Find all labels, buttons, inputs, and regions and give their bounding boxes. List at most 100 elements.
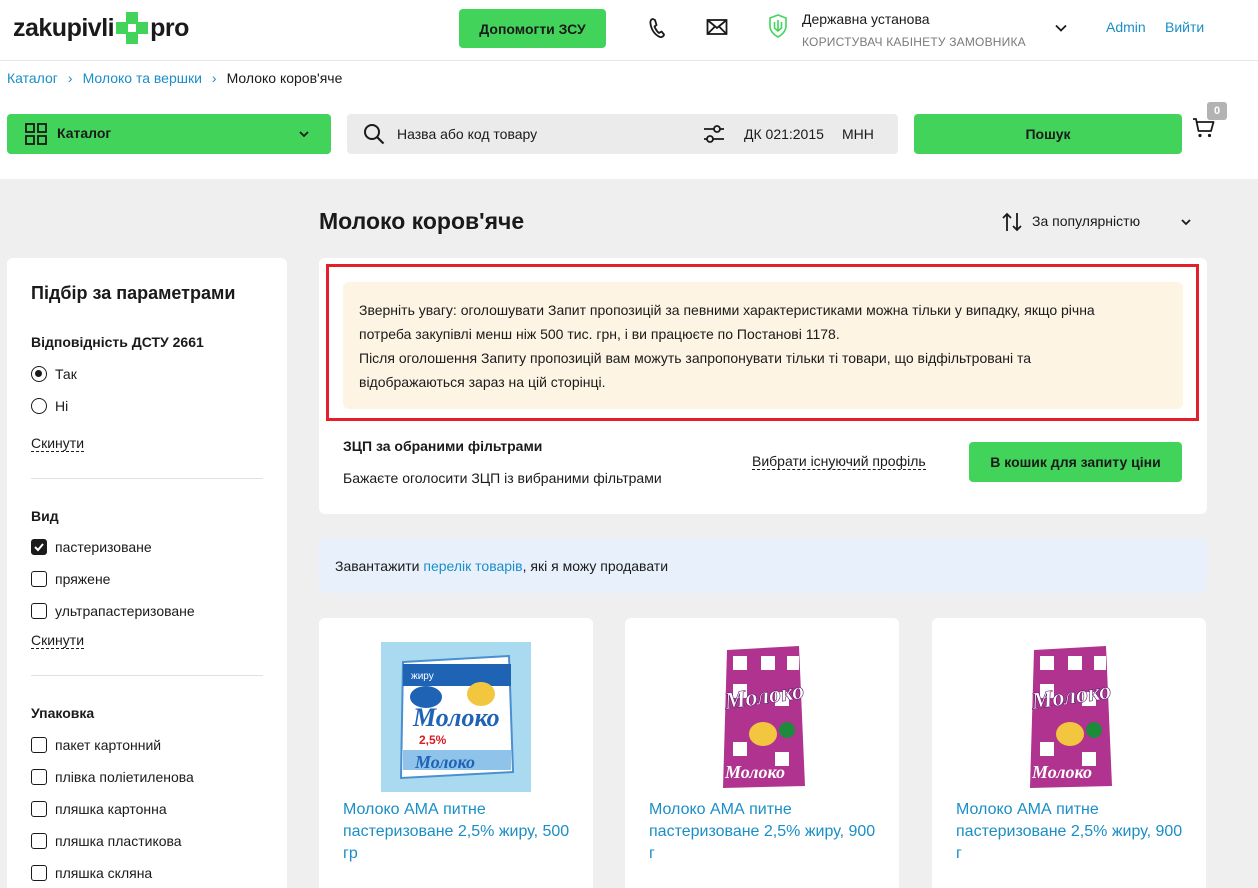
breadcrumb-current: Молоко коров'яче	[226, 70, 343, 86]
search-option-mnn[interactable]: МНН	[842, 126, 874, 142]
svg-text:Молоко: Молоко	[414, 752, 475, 772]
radio-button[interactable]	[31, 366, 47, 382]
checkbox-label: пряжене	[55, 571, 111, 587]
reset-filter-link[interactable]: Скинути	[31, 632, 85, 649]
chevron-down-icon	[299, 131, 309, 138]
divider	[31, 675, 263, 676]
checkbox[interactable]	[31, 603, 47, 619]
filter-group-title: Вид	[31, 508, 59, 524]
radio-option-no[interactable]: Ні	[31, 398, 68, 414]
checkbox-option[interactable]: пряжене	[31, 571, 110, 587]
checkbox-label: пляшка пластикова	[55, 833, 182, 849]
checkbox-option[interactable]: пляшка скляна	[31, 865, 152, 881]
checkbox-option[interactable]: плівка поліетиленова	[31, 769, 194, 785]
reset-filter-link[interactable]: Скинути	[31, 435, 85, 452]
search-bar: ДК 021:2015 МНН	[347, 114, 898, 154]
filter-group-title: Упаковка	[31, 705, 95, 721]
zcp-subtitle: Бажаєте оголосити ЗЦП із вибраними фільт…	[343, 470, 662, 486]
product-image[interactable]: Молоко Молоко	[994, 642, 1144, 792]
mail-icon[interactable]	[706, 18, 728, 36]
banner-text: , які я можу продавати	[522, 558, 669, 574]
checkbox-option[interactable]: пакет картонний	[31, 737, 161, 753]
svg-text:Молоко: Молоко	[724, 762, 785, 782]
breadcrumb: Каталог › Молоко та вершки › Молоко коро…	[7, 70, 342, 86]
checkmark-icon	[34, 543, 44, 552]
organization-role: КОРИСТУВАЧ КАБІНЕТУ ЗАМОВНИКА	[802, 35, 1026, 49]
grid-icon	[25, 123, 47, 145]
checkbox[interactable]	[31, 865, 47, 881]
svg-text:2,5%: 2,5%	[419, 733, 447, 747]
zakupivli-logo[interactable]: zakupivli pro	[13, 11, 189, 45]
product-card[interactable]: Молоко Молоко Молоко АМА питне пастеризо…	[932, 618, 1206, 888]
search-input[interactable]	[397, 114, 697, 154]
sort-arrows-icon[interactable]	[1001, 211, 1023, 233]
search-icon	[364, 124, 385, 145]
logo-mark-icon	[115, 11, 149, 45]
checkbox-label: пастеризоване	[55, 539, 152, 555]
checkbox[interactable]	[31, 769, 47, 785]
checkbox-label: ультрапастеризоване	[55, 603, 195, 619]
svg-text:Молоко: Молоко	[1031, 762, 1092, 782]
checkbox-option[interactable]: пляшка пластикова	[31, 833, 182, 849]
radio-option-yes[interactable]: Так	[31, 366, 77, 382]
checkbox-label: пляшка скляна	[55, 865, 153, 881]
cart-count-badge: 0	[1207, 102, 1227, 120]
trident-shield-icon	[769, 14, 787, 38]
chevron-right-icon: ›	[67, 70, 73, 86]
divider	[31, 478, 263, 479]
zcp-title: ЗЦП за обраними фільтрами	[343, 438, 543, 454]
checkbox[interactable]	[31, 571, 47, 587]
sort-dropdown[interactable]: За популярністю	[1032, 213, 1140, 229]
checkbox-label: пакет картонний	[55, 737, 162, 753]
product-card[interactable]: жиру Молоко 2,5% Молоко Молоко АМА питне…	[319, 618, 593, 888]
chevron-down-icon[interactable]	[1053, 20, 1069, 36]
catalog-label: Каталог	[57, 125, 112, 141]
checkbox[interactable]	[31, 539, 47, 555]
checkbox-option[interactable]: пастеризоване	[31, 539, 152, 555]
logout-link[interactable]: Вийти	[1165, 19, 1204, 35]
checkbox-option[interactable]: пляшка картонна	[31, 801, 167, 817]
admin-link[interactable]: Admin	[1106, 19, 1146, 35]
product-list-link[interactable]: перелік товарів	[423, 558, 522, 574]
select-profile-link[interactable]: Вибрати існуючий профіль	[752, 453, 926, 470]
phone-icon[interactable]	[646, 16, 668, 40]
product-card[interactable]: Молоко Молоко Молоко АМА питне пастеризо…	[625, 618, 899, 888]
help-army-button[interactable]: Допомогти ЗСУ	[459, 9, 606, 48]
product-name-link[interactable]: Молоко АМА питне пастеризоване 2,5% жиру…	[649, 799, 881, 865]
request-notice-card: Зверніть увагу: оголошувати Запит пропоз…	[319, 258, 1207, 514]
add-to-price-request-button[interactable]: В кошик для запиту ціни	[969, 442, 1182, 482]
search-option-dk[interactable]: ДК 021:2015	[744, 126, 824, 142]
product-image[interactable]: жиру Молоко 2,5% Молоко	[381, 642, 531, 792]
checkbox[interactable]	[31, 801, 47, 817]
filter-sidebar: Підбір за параметрами Відповідність ДСТУ…	[7, 258, 287, 888]
checkbox[interactable]	[31, 833, 47, 849]
breadcrumb-catalog[interactable]: Каталог	[7, 70, 58, 86]
product-image[interactable]: Молоко Молоко	[687, 642, 837, 792]
product-name-link[interactable]: Молоко АМА питне пастеризоване 2,5% жиру…	[343, 799, 575, 865]
svg-text:Молоко: Молоко	[412, 703, 500, 732]
catalog-menu-button[interactable]: Каталог	[7, 114, 331, 154]
radio-label: Ні	[55, 398, 69, 414]
chevron-right-icon: ›	[211, 70, 217, 86]
organization-name[interactable]: Державна установа	[802, 11, 930, 27]
checkbox[interactable]	[31, 737, 47, 753]
filter-group-title: Відповідність ДСТУ 2661	[31, 334, 204, 350]
sidebar-title: Підбір за параметрами	[31, 283, 236, 303]
banner-text: Завантажити	[335, 558, 424, 574]
page-title: Молоко коров'яче	[319, 208, 525, 234]
chevron-down-icon[interactable]	[1179, 215, 1193, 229]
download-info-banner: Завантажити перелік товарів, які я можу …	[319, 538, 1207, 593]
logo-text-right: pro	[150, 13, 189, 42]
checkbox-option[interactable]: ультрапастеризоване	[31, 603, 195, 619]
svg-text:жиру: жиру	[411, 671, 434, 682]
logo-text-left: zakupivli	[13, 13, 115, 42]
radio-button[interactable]	[31, 398, 47, 414]
radio-label: Так	[55, 366, 77, 382]
checkbox-label: плівка поліетиленова	[55, 769, 194, 785]
top-header: zakupivli pro Допомогти ЗСУ Державна уст…	[0, 0, 1258, 61]
product-name-link[interactable]: Молоко АМА питне пастеризоване 2,5% жиру…	[956, 799, 1188, 865]
search-button[interactable]: Пошук	[914, 114, 1182, 154]
highlight-frame	[326, 264, 1199, 421]
breadcrumb-milk-cream[interactable]: Молоко та вершки	[83, 70, 202, 86]
filter-sliders-icon[interactable]	[703, 124, 725, 144]
